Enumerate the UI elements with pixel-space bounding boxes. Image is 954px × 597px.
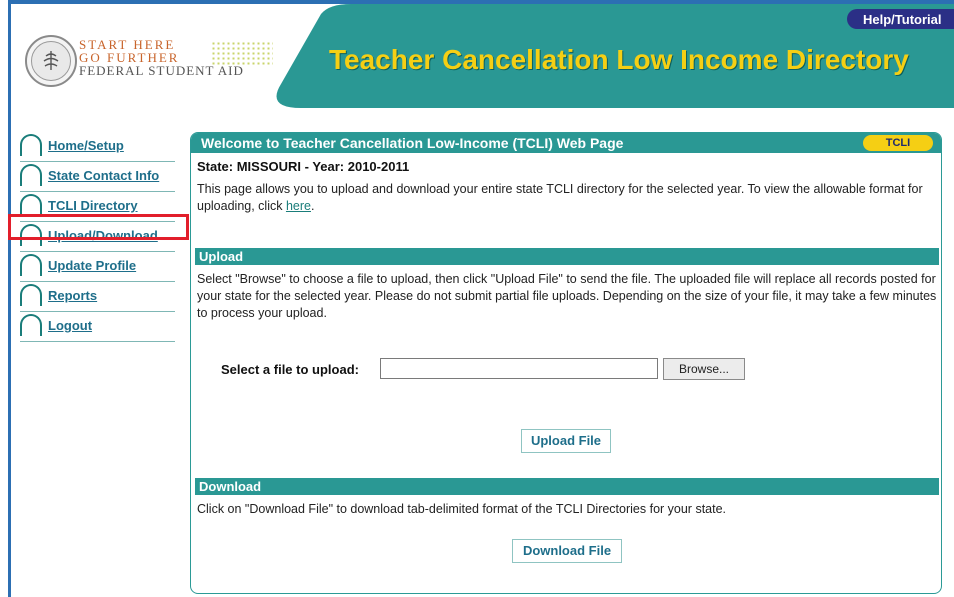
app-title: Teacher Cancellation Low Income Director… xyxy=(329,44,909,75)
file-path-input[interactable] xyxy=(380,358,658,379)
state-year-line: State: MISSOURI - Year: 2010-2011 xyxy=(197,159,410,174)
sidebar-item-label: Logout xyxy=(48,318,93,333)
intro-end: . xyxy=(310,199,315,213)
logo-line-federal-student-aid: FEDERAL STUDENT AID xyxy=(79,63,244,78)
sidebar-item-home-setup[interactable]: Home/Setup xyxy=(20,132,175,162)
download-section-heading: Download xyxy=(195,478,939,495)
upload-instructions: Select "Browse" to choose a file to uplo… xyxy=(197,272,937,320)
panel-title-bar: Welcome to Teacher Cancellation Low-Inco… xyxy=(191,133,941,153)
highlight-annotation-box xyxy=(8,214,189,240)
file-upload-label: Select a file to upload: xyxy=(221,362,359,377)
logo-dots-decoration xyxy=(211,41,273,65)
nav-arc-icon xyxy=(20,284,42,306)
download-file-button[interactable]: Download File xyxy=(512,539,622,563)
upload-file-button[interactable]: Upload File xyxy=(521,429,611,453)
sidebar-item-label: Update Profile xyxy=(48,258,137,273)
department-seal-icon xyxy=(25,35,77,87)
download-instructions: Click on "Download File" to download tab… xyxy=(197,502,727,516)
upload-section-heading: Upload xyxy=(195,248,939,265)
tcli-badge: TCLI xyxy=(863,135,933,151)
sidebar-item-logout[interactable]: Logout xyxy=(20,312,175,342)
nav-arc-icon xyxy=(20,314,42,336)
sidebar-item-label: Reports xyxy=(48,288,98,303)
format-here-link[interactable]: here xyxy=(286,199,311,213)
browse-button[interactable]: Browse... xyxy=(663,358,745,380)
nav-arc-icon xyxy=(20,254,42,276)
panel-title: Welcome to Teacher Cancellation Low-Inco… xyxy=(201,135,624,151)
sidebar-item-reports[interactable]: Reports xyxy=(20,282,175,312)
nav-arc-icon xyxy=(20,134,42,156)
nav-arc-icon xyxy=(20,164,42,186)
nav-arc-icon xyxy=(20,194,42,216)
main-panel: Welcome to Teacher Cancellation Low-Inco… xyxy=(190,132,942,594)
sidebar-item-state-contact-info[interactable]: State Contact Info xyxy=(20,162,175,192)
help-tutorial-button[interactable]: Help/Tutorial xyxy=(847,9,954,29)
sidebar-item-label: Home/Setup xyxy=(48,138,124,153)
sidebar-item-label: State Contact Info xyxy=(48,168,160,183)
sidebar-item-update-profile[interactable]: Update Profile xyxy=(20,252,175,282)
intro-paragraph: This page allows you to upload and downl… xyxy=(197,181,937,215)
sidebar-item-label: TCLI Directory xyxy=(48,198,138,213)
header-banner: START HERE GO FURTHER FEDERAL STUDENT AI… xyxy=(11,4,954,108)
